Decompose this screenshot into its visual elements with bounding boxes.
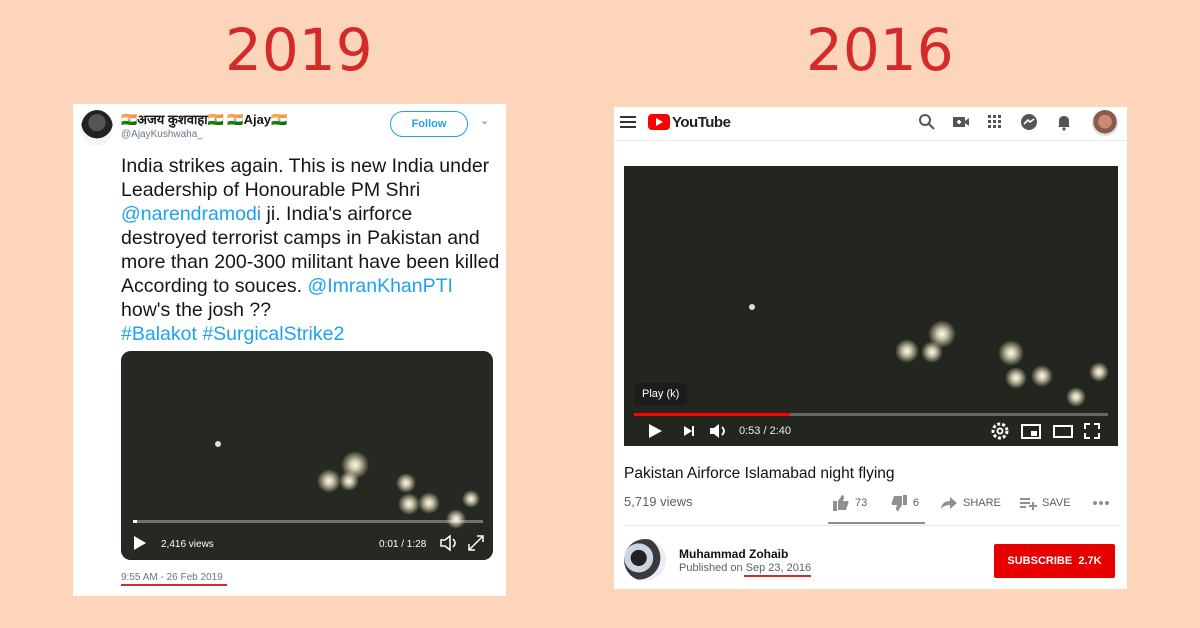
- tweet-text: India strikes again. This is new India u…: [121, 154, 501, 346]
- youtube-topbar: YouTube: [614, 107, 1127, 141]
- save-playlist-icon[interactable]: [1019, 495, 1037, 511]
- fullscreen-icon[interactable]: [467, 534, 485, 552]
- search-icon[interactable]: [918, 113, 936, 131]
- published-prefix: Published on: [679, 562, 746, 574]
- tweet-author-name[interactable]: 🇮🇳अजय कुशवाहा🇮🇳 🇮🇳Ajay🇮🇳: [121, 110, 287, 128]
- night-sky-video-frame: [624, 166, 1118, 446]
- video-time: 0:53 / 2:40: [739, 425, 791, 437]
- tweet-video-player[interactable]: 2,416 views 0:01 / 1:28: [121, 351, 493, 560]
- tweet-text-part: how's the josh ??: [121, 299, 272, 321]
- video-progress-track[interactable]: [133, 520, 483, 523]
- year-label-2016: 2016: [806, 16, 954, 84]
- miniplayer-icon[interactable]: [1021, 422, 1041, 440]
- more-options-icon[interactable]: [1092, 500, 1110, 506]
- mention-link[interactable]: @ImranKhanPTI: [307, 275, 453, 297]
- volume-icon[interactable]: [439, 534, 459, 552]
- play-icon[interactable]: [133, 535, 147, 551]
- like-ratio-bar: [828, 522, 925, 524]
- theater-mode-icon[interactable]: [1053, 422, 1073, 440]
- red-underline: [121, 584, 227, 586]
- avatar[interactable]: [1092, 110, 1118, 136]
- chevron-down-icon[interactable]: ⌄: [480, 114, 489, 127]
- tweet-text-part: India strikes again. This is new India u…: [121, 155, 490, 201]
- save-button[interactable]: SAVE: [1042, 497, 1071, 509]
- thumbs-down-icon[interactable]: [890, 494, 908, 512]
- hamburger-menu-icon[interactable]: [620, 115, 636, 129]
- like-count: 73: [855, 497, 868, 509]
- thumbs-up-icon[interactable]: [832, 494, 850, 512]
- next-icon[interactable]: [680, 422, 698, 440]
- subscribe-label: SUBSCRIBE: [1007, 555, 1073, 567]
- share-icon[interactable]: [940, 495, 958, 511]
- settings-gear-icon[interactable]: [991, 422, 1009, 440]
- video-views: 5,719 views: [624, 494, 693, 509]
- video-progress-fill: [133, 520, 137, 523]
- mention-link[interactable]: @narendramodi: [121, 203, 261, 225]
- notifications-bell-icon[interactable]: [1055, 113, 1073, 131]
- hashtag-link[interactable]: #Balakot: [121, 323, 197, 345]
- messages-icon[interactable]: [1020, 113, 1038, 131]
- published-date-value: Sep 23, 2016: [745, 562, 812, 574]
- youtube-video-player[interactable]: Play (k) 0:53 / 2:40: [624, 166, 1118, 446]
- play-icon[interactable]: [646, 422, 664, 440]
- youtube-page: YouTube Play (k) 0:53 / 2:40 Pakistan Ai…: [614, 107, 1127, 589]
- tweet-card: 🇮🇳अजय कुशवाहा🇮🇳 🇮🇳Ajay🇮🇳 @AjayKushwaha_ …: [73, 104, 506, 596]
- dislike-count: 6: [913, 497, 920, 509]
- fullscreen-icon[interactable]: [1083, 422, 1101, 440]
- video-progress-fill: [634, 413, 790, 416]
- hashtag-link[interactable]: #SurgicalStrike2: [202, 323, 344, 345]
- tweet-author-handle[interactable]: @AjayKushwaha_: [121, 129, 203, 140]
- video-title: Pakistan Airforce Islamabad night flying: [624, 465, 895, 482]
- year-label-2019: 2019: [225, 16, 373, 84]
- volume-icon[interactable]: [708, 422, 730, 440]
- subscribe-button[interactable]: SUBSCRIBE 2.7K: [994, 544, 1115, 578]
- follow-button[interactable]: Follow: [390, 111, 468, 137]
- published-date: Published on Sep 23, 2016: [679, 562, 811, 574]
- video-views: 2,416 views: [161, 539, 214, 550]
- video-duration: 0:01 / 1:28: [379, 539, 427, 550]
- apps-grid-icon[interactable]: [986, 113, 1004, 131]
- avatar[interactable]: [81, 110, 113, 146]
- create-video-icon[interactable]: [952, 113, 970, 131]
- channel-name[interactable]: Muhammad Zohaib: [679, 547, 788, 561]
- channel-avatar[interactable]: [624, 539, 666, 581]
- night-sky-video-frame: [121, 351, 493, 560]
- youtube-logo-icon[interactable]: [648, 114, 670, 130]
- play-tooltip: Play (k): [634, 383, 688, 405]
- share-button[interactable]: SHARE: [963, 497, 1001, 509]
- tweet-timestamp[interactable]: 9:55 AM - 26 Feb 2019: [121, 572, 223, 583]
- red-underline: [744, 575, 811, 577]
- youtube-logo-text[interactable]: YouTube: [672, 114, 731, 131]
- subscriber-count: 2.7K: [1078, 555, 1102, 567]
- divider: [624, 525, 1118, 526]
